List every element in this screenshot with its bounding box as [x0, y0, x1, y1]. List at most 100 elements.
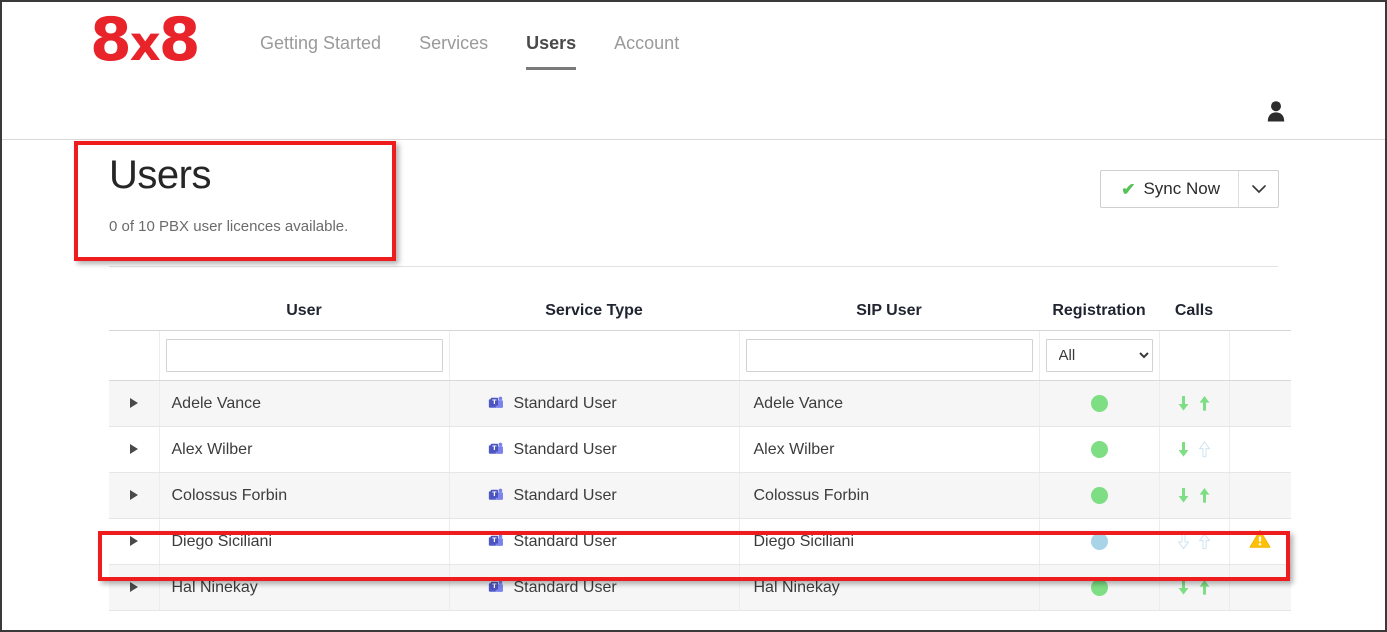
filter-cell-calls	[1159, 330, 1230, 381]
sync-now-label: Sync Now	[1143, 179, 1220, 198]
service-type-label: Standard User	[513, 532, 617, 550]
green-check-icon: ✔	[1121, 179, 1136, 199]
column-header-warning	[1229, 296, 1291, 331]
row-expand-cell[interactable]	[109, 472, 160, 519]
cell-registration	[1039, 380, 1160, 427]
call-outbound-arrow-icon	[1199, 395, 1210, 411]
call-outbound-arrow-icon-inactive	[1198, 532, 1211, 549]
call-inbound-arrow-icon	[1178, 441, 1189, 457]
cell-calls	[1159, 472, 1230, 519]
registration-filter-select[interactable]: All	[1045, 339, 1153, 372]
column-header-service-type[interactable]: Service Type	[449, 296, 739, 331]
sync-now-control-group: ✔ Sync Now	[1100, 170, 1279, 208]
cell-sip-user: Hal Ninekay	[739, 564, 1040, 611]
chevron-down-icon	[1251, 184, 1266, 193]
expand-triangle-icon[interactable]	[129, 489, 138, 500]
call-outbound-arrow-icon	[1199, 579, 1210, 595]
cell-calls	[1159, 380, 1230, 427]
column-header-registration[interactable]: Registration	[1039, 296, 1159, 331]
cell-registration	[1039, 518, 1160, 565]
cell-sip-user: Diego Siciliani	[739, 518, 1040, 565]
logo-text-x: x	[129, 16, 161, 72]
row-expand-cell[interactable]	[109, 564, 160, 611]
table-row[interactable]: Hal Ninekay T Standard User Hal Ninekay	[109, 564, 1291, 611]
table-row[interactable]: Alex Wilber T Standard User Alex Wilber	[109, 426, 1291, 473]
cell-user-name: Colossus Forbin	[159, 472, 450, 519]
sync-now-button[interactable]: ✔ Sync Now	[1101, 171, 1238, 207]
service-type-label: Standard User	[513, 578, 617, 596]
cell-warning	[1229, 564, 1291, 611]
cell-service-type: T Standard User	[449, 380, 740, 427]
nav-item-users[interactable]: Users	[526, 33, 577, 70]
nav-item-services[interactable]: Services	[419, 33, 488, 70]
column-header-calls[interactable]: Calls	[1159, 296, 1229, 331]
call-outbound-arrow-icon-inactive	[1198, 440, 1211, 457]
table-filter-row: All	[109, 330, 1291, 381]
cell-user-name: Adele Vance	[159, 380, 450, 427]
expand-triangle-icon[interactable]	[129, 581, 138, 592]
users-table-container: User Service Type SIP User Registration …	[109, 296, 1291, 611]
filter-cell-sip-user	[739, 330, 1040, 381]
licence-availability-text: 0 of 10 PBX user licences available.	[109, 218, 349, 235]
cell-service-type: T Standard User	[449, 426, 740, 473]
page-header-section: Users 0 of 10 PBX user licences availabl…	[2, 140, 1385, 270]
registration-status-dot	[1090, 532, 1108, 550]
cell-warning[interactable]	[1229, 518, 1291, 565]
users-table: User Service Type SIP User Registration …	[109, 296, 1291, 611]
row-expand-cell[interactable]	[109, 518, 160, 565]
8x8-logo[interactable]: 8x8	[90, 10, 200, 72]
sip-user-filter-input[interactable]	[745, 339, 1033, 372]
service-type-label: Standard User	[513, 394, 617, 412]
page-root: 8x8 Getting Started Services Users Accou…	[0, 0, 1387, 632]
table-row[interactable]: Diego Siciliani T Standard User Diego Si…	[109, 518, 1291, 565]
cell-registration	[1039, 472, 1160, 519]
nav-item-getting-started[interactable]: Getting Started	[260, 33, 381, 70]
row-expand-cell[interactable]	[109, 380, 160, 427]
filter-cell-warning	[1229, 330, 1291, 381]
svg-text:T: T	[492, 491, 497, 498]
microsoft-teams-icon: T	[488, 580, 503, 592]
registration-status-dot	[1090, 440, 1108, 458]
table-header: User Service Type SIP User Registration …	[109, 296, 1291, 331]
cell-calls	[1159, 564, 1230, 611]
call-inbound-arrow-icon-inactive	[1177, 533, 1190, 550]
expand-triangle-icon[interactable]	[129, 535, 138, 546]
call-inbound-arrow-icon	[1178, 395, 1189, 411]
sync-dropdown-button[interactable]	[1238, 171, 1278, 207]
row-expand-cell[interactable]	[109, 426, 160, 473]
registration-status-dot	[1090, 394, 1108, 412]
registration-status-dot	[1090, 486, 1108, 504]
header-divider	[109, 266, 1278, 267]
cell-user-name: Diego Siciliani	[159, 518, 450, 565]
expand-triangle-icon[interactable]	[129, 443, 138, 454]
microsoft-teams-icon: T	[488, 442, 503, 454]
cell-calls	[1159, 426, 1230, 473]
user-filter-input[interactable]	[165, 339, 443, 372]
cell-registration	[1039, 564, 1160, 611]
microsoft-teams-icon: T	[488, 396, 503, 408]
table-row[interactable]: Colossus Forbin T Standard User Colossus…	[109, 472, 1291, 519]
user-avatar-icon[interactable]	[1267, 100, 1285, 122]
cell-registration	[1039, 426, 1160, 473]
page-title: Users	[109, 153, 211, 197]
column-header-expand	[109, 296, 159, 331]
filter-cell-service-type	[449, 330, 740, 381]
cell-calls	[1159, 518, 1230, 565]
microsoft-teams-icon: T	[488, 488, 503, 500]
microsoft-teams-icon: T	[488, 534, 503, 546]
cell-warning	[1229, 380, 1291, 427]
cell-user-name: Alex Wilber	[159, 426, 450, 473]
service-type-label: Standard User	[513, 486, 617, 504]
svg-text:T: T	[492, 583, 497, 590]
expand-triangle-icon[interactable]	[129, 397, 138, 408]
filter-cell-registration: All	[1039, 330, 1160, 381]
column-header-user[interactable]: User	[159, 296, 449, 331]
svg-text:T: T	[492, 399, 497, 406]
call-inbound-arrow-icon	[1178, 487, 1189, 503]
svg-text:T: T	[492, 445, 497, 452]
nav-item-account[interactable]: Account	[614, 33, 679, 70]
cell-sip-user: Alex Wilber	[739, 426, 1040, 473]
column-header-sip-user[interactable]: SIP User	[739, 296, 1039, 331]
call-outbound-arrow-icon	[1199, 487, 1210, 503]
table-row[interactable]: Adele Vance T Standard User Adele Vance	[109, 380, 1291, 427]
